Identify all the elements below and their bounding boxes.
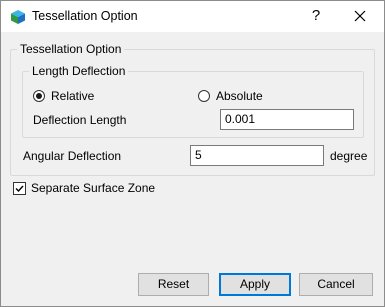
app-cube-icon	[11, 10, 25, 24]
absolute-radio-indicator[interactable]	[198, 90, 210, 102]
absolute-radio-label: Absolute	[216, 89, 263, 103]
tessellation-option-group: Tessellation Option Length Deflection Re…	[10, 42, 375, 176]
angular-deflection-label: Angular Deflection	[23, 149, 122, 163]
cancel-button[interactable]: Cancel	[299, 273, 373, 296]
close-icon[interactable]	[348, 5, 372, 27]
relative-radio-indicator[interactable]	[33, 90, 45, 102]
dialog-window: Tessellation Option ? Tessellation Optio…	[0, 0, 385, 307]
tessellation-option-legend: Tessellation Option	[17, 42, 125, 56]
deflection-length-input[interactable]: 0.001	[220, 109, 354, 130]
separate-surface-zone-box[interactable]	[13, 181, 26, 195]
relative-radio-label: Relative	[51, 89, 95, 103]
relative-radio[interactable]: Relative	[33, 89, 94, 103]
absolute-radio[interactable]: Absolute	[198, 89, 263, 103]
title-bar[interactable]: Tessellation Option ?	[1, 1, 384, 32]
length-deflection-group: Length Deflection Relative Absolute Defl…	[22, 64, 364, 138]
angular-unit-label: degree	[330, 149, 368, 163]
apply-button[interactable]: Apply	[219, 273, 291, 296]
help-button[interactable]: ?	[304, 5, 328, 27]
window-title: Tessellation Option	[32, 9, 138, 23]
separate-surface-zone-checkbox[interactable]: Separate Surface Zone	[13, 181, 155, 195]
length-deflection-legend: Length Deflection	[29, 64, 129, 78]
angular-deflection-input[interactable]: 5	[190, 145, 324, 166]
reset-button[interactable]: Reset	[138, 273, 209, 296]
deflection-length-label: Deflection Length	[33, 113, 127, 127]
checkmark-icon	[15, 185, 24, 192]
separate-surface-zone-label: Separate Surface Zone	[31, 181, 156, 195]
